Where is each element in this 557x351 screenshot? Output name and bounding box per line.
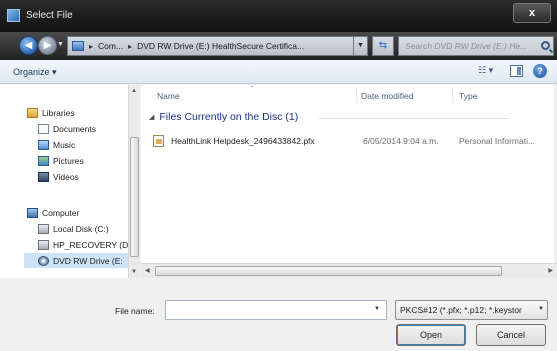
bottom-pane: File name: ▼ PKCS#12 (*.pfx; *.p12; *.ke…	[0, 279, 557, 351]
computer-icon	[27, 207, 38, 218]
group-header[interactable]: ◢ Files Currently on the Disc (1)	[149, 111, 298, 123]
scroll-up-icon[interactable]: ▲	[131, 88, 137, 94]
collapse-arrow-icon[interactable]: ◢	[149, 113, 154, 121]
scroll-down-icon[interactable]: ▼	[131, 269, 137, 275]
sort-arrow-icon: ˆ	[251, 84, 254, 94]
hard-disk-icon	[38, 223, 49, 234]
sidebar-item-label: Libraries	[42, 107, 75, 118]
horizontal-scrollbar[interactable]: ◀ ▶	[141, 263, 557, 278]
breadcrumb-chevron-icon[interactable]: ▸	[89, 42, 93, 51]
dvd-drive-icon	[38, 255, 49, 266]
breadcrumb-chevron-icon[interactable]: ▸	[128, 42, 132, 51]
title-bar: Select File x	[0, 0, 557, 32]
organize-button[interactable]: Organize ▾	[13, 67, 57, 78]
sidebar-item-label: Pictures	[53, 155, 84, 166]
group-divider	[319, 118, 509, 119]
column-divider[interactable]	[356, 88, 357, 102]
command-bar: Organize ▾ ☷ ▾ ?	[0, 60, 557, 84]
file-list: Name ˆ Date modified Type ◢ Files Curren…	[141, 84, 557, 263]
window-title: Select File	[26, 10, 73, 21]
file-type: Personal Informati...	[459, 136, 536, 146]
change-view-button[interactable]: ☷ ▾	[478, 65, 500, 78]
column-divider[interactable]	[452, 88, 453, 102]
sidebar-item-label: Documents	[53, 123, 96, 134]
music-icon	[38, 139, 49, 150]
sidebar-item-dvd-drive[interactable]: DVD RW Drive (E:	[24, 253, 128, 268]
navigation-pane: Libraries Documents Music Pictures Video…	[0, 85, 140, 278]
select-file-dialog: Select File x ◀ ▶ ▼ ▸ Com... ▸ DVD RW Dr…	[0, 0, 557, 351]
breadcrumb-item-dvd-drive[interactable]: DVD RW Drive (E:) HealthSecure Certifica…	[137, 41, 304, 51]
address-row: ◀ ▶ ▼ ▸ Com... ▸ DVD RW Drive (E:) Healt…	[0, 32, 557, 60]
address-dropdown[interactable]: ▼	[354, 36, 368, 56]
column-header-type[interactable]: Type	[459, 91, 477, 101]
file-row[interactable]: HealthLink Helpdesk_2496433842.pfx 6/05/…	[153, 133, 553, 149]
file-name-dropdown-icon[interactable]: ▼	[374, 306, 380, 312]
file-date: 6/05/2014 9:04 a.m.	[363, 136, 439, 146]
cancel-button[interactable]: Cancel	[476, 324, 546, 346]
sidebar-item-label: Music	[53, 139, 76, 150]
videos-icon	[38, 171, 49, 182]
navigation-scrollbar[interactable]: ▲ ▼	[128, 85, 140, 278]
scroll-right-icon[interactable]: ▶	[548, 267, 553, 274]
sidebar-item-label: HP_RECOVERY (D	[53, 239, 129, 250]
breadcrumb[interactable]: ▸ Com... ▸ DVD RW Drive (E:) HealthSecur…	[67, 36, 354, 56]
app-icon	[7, 9, 20, 22]
file-name-label: File name:	[115, 306, 155, 316]
sidebar-item-label: Computer	[42, 207, 80, 218]
file-name: HealthLink Helpdesk_2496433842.pfx	[171, 136, 315, 146]
open-button[interactable]: Open	[396, 324, 466, 346]
refresh-button[interactable]: ⇆	[372, 36, 394, 56]
certificate-file-icon	[153, 135, 164, 147]
close-button[interactable]: x	[513, 3, 551, 23]
search-placeholder: Search DVD RW Drive (E:) He...	[405, 41, 528, 51]
sidebar-item-label: Videos	[53, 171, 79, 182]
recent-pages-dropdown[interactable]: ▼	[57, 41, 64, 48]
sidebar-item-hp-recovery[interactable]: HP_RECOVERY (D	[38, 237, 128, 252]
column-header-date-modified[interactable]: Date modified	[361, 91, 413, 101]
file-name-input[interactable]	[165, 300, 387, 320]
pictures-icon	[38, 155, 49, 166]
library-icon	[27, 107, 38, 118]
file-type-select[interactable]: PKCS#12 (*.pfx; *.p12; *.keystor	[395, 300, 548, 320]
scroll-left-icon[interactable]: ◀	[145, 267, 150, 274]
sidebar-item-label: Local Disk (C:)	[53, 223, 109, 234]
breadcrumb-item-computer[interactable]: Com...	[98, 41, 123, 51]
scrollbar-thumb[interactable]	[130, 137, 139, 257]
help-button[interactable]: ?	[533, 64, 547, 78]
group-header-label: Files Currently on the Disc (1)	[159, 111, 299, 123]
search-input[interactable]: Search DVD RW Drive (E:) He...	[398, 36, 554, 56]
documents-icon	[38, 123, 49, 134]
file-type-dropdown-icon[interactable]: ▼	[538, 306, 544, 312]
sidebar-item-label: DVD RW Drive (E:	[53, 255, 123, 266]
back-button[interactable]: ◀	[19, 36, 38, 55]
computer-icon	[72, 41, 84, 51]
scrollbar-thumb[interactable]	[155, 266, 502, 276]
forward-button[interactable]: ▶	[38, 36, 57, 55]
preview-pane-button[interactable]	[510, 65, 523, 77]
column-header-name[interactable]: Name	[157, 91, 180, 101]
hard-disk-icon	[38, 239, 49, 250]
search-icon[interactable]	[541, 41, 550, 50]
